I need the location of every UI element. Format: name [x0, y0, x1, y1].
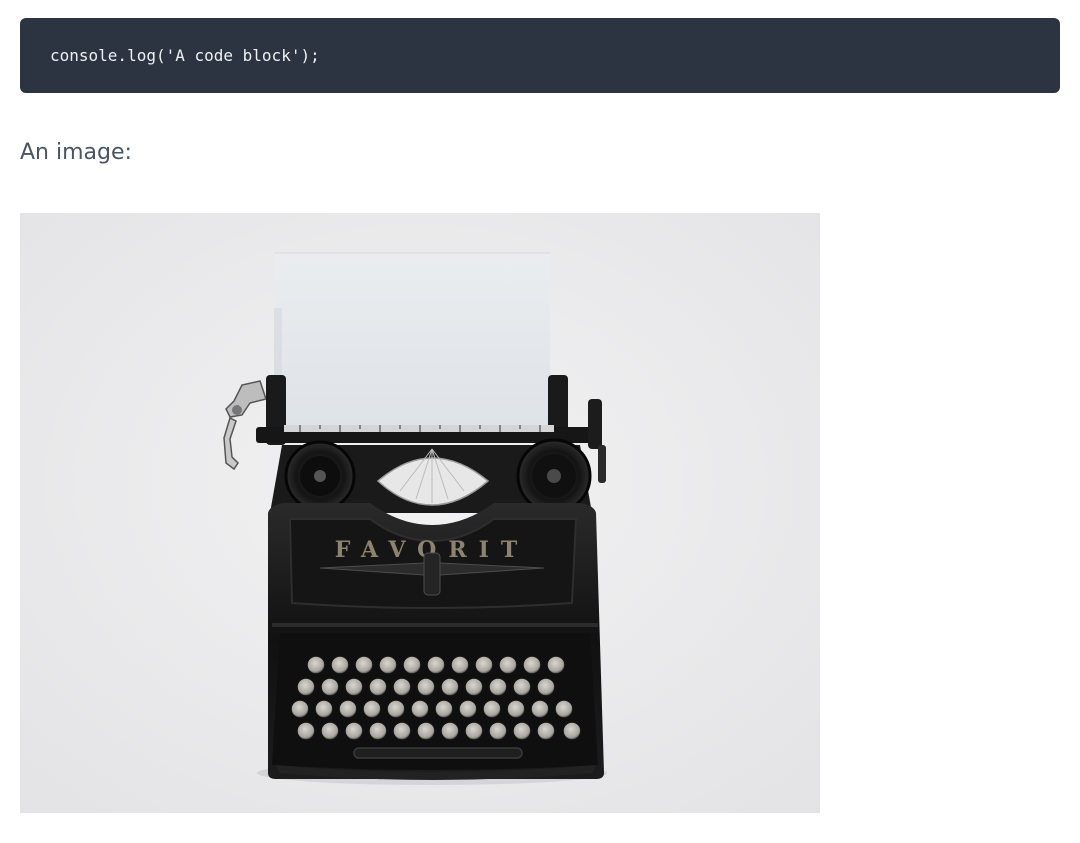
- code-block: console.log('A code block');: [20, 18, 1060, 93]
- typewriter-image: FAVORIT: [20, 213, 820, 813]
- paragraph-text: An image:: [20, 140, 132, 165]
- code-text: console.log('A code block');: [50, 46, 320, 65]
